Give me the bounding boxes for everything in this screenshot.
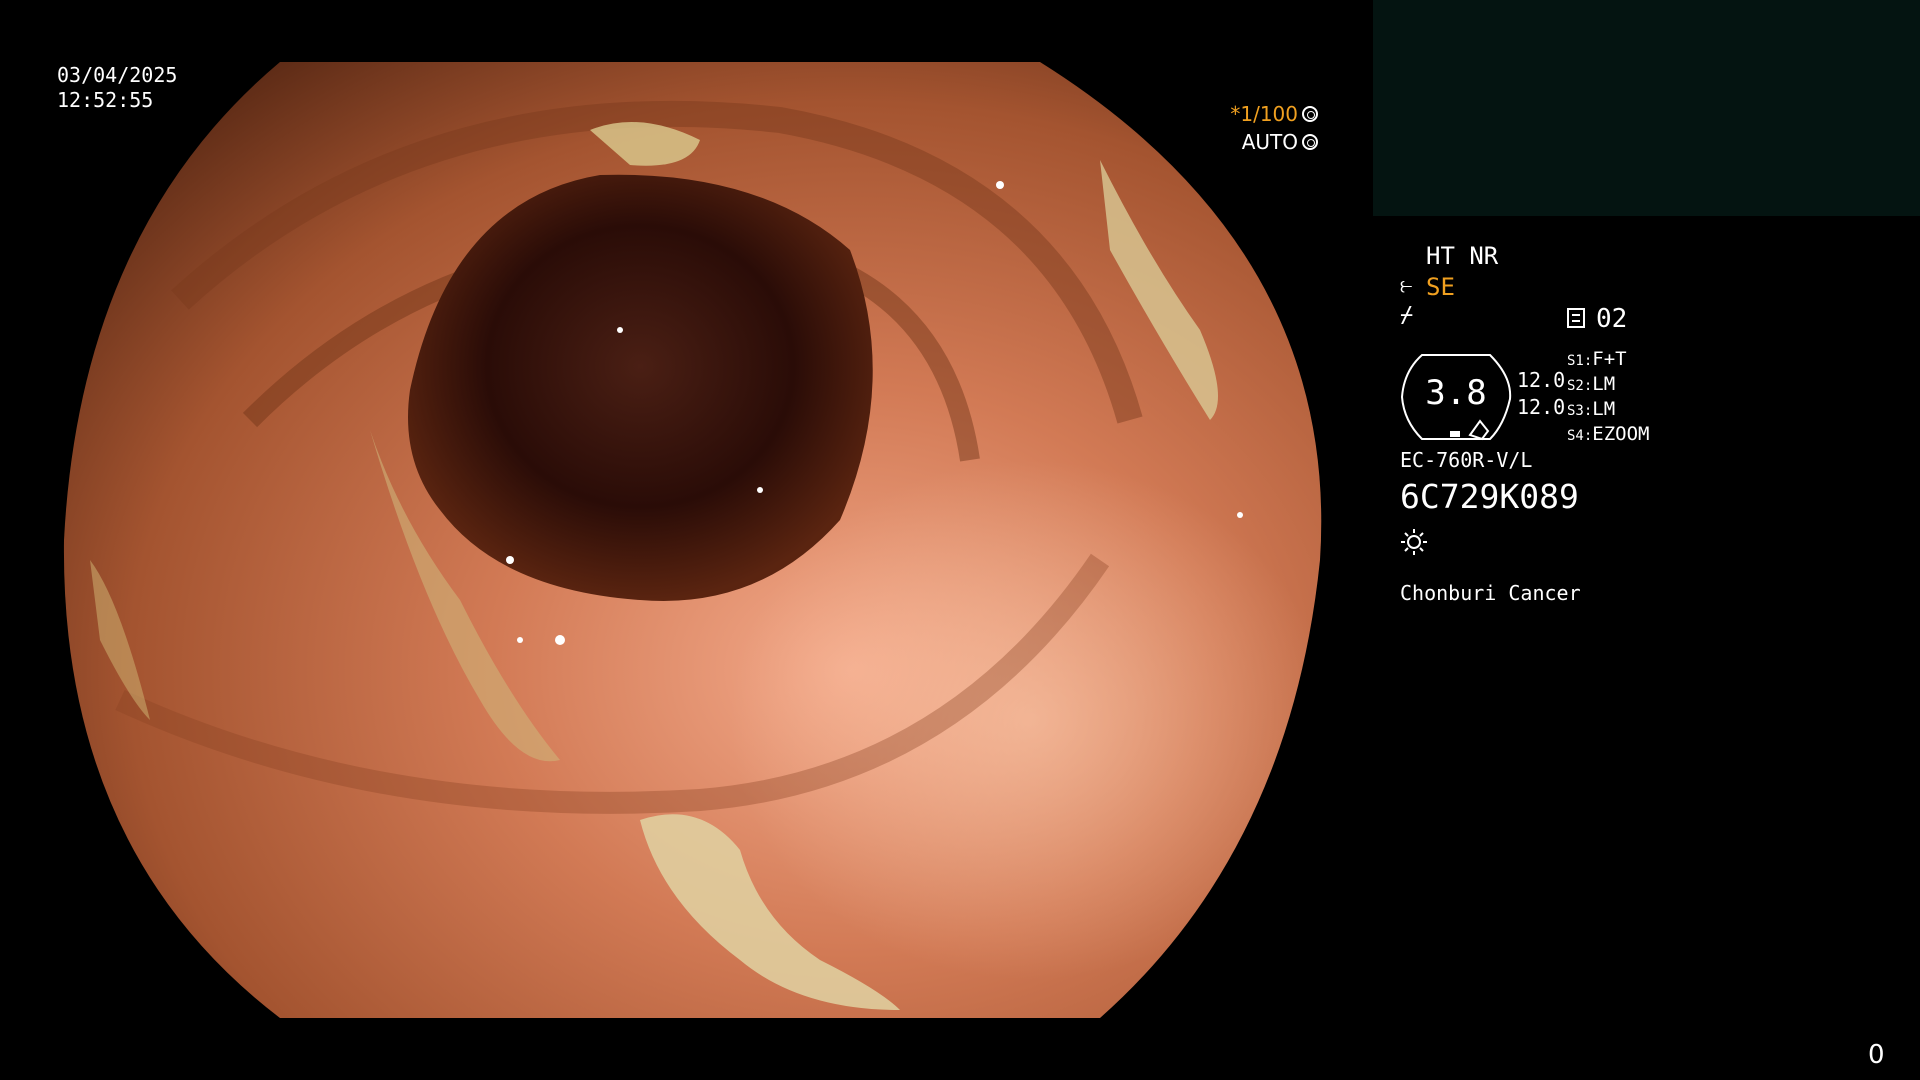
endoscopic-image: 03/04/2025 12:52:55 *1/100 AUTO	[0, 0, 1372, 1080]
shutter-info: *1/100 AUTO	[0, 100, 1318, 156]
rate-2-text: 12.0	[1517, 395, 1566, 419]
switch-s2-value: LM	[1592, 373, 1616, 395]
structure-enhancement-text: SE	[1426, 273, 1455, 301]
memory-slot-text: 02	[1596, 304, 1628, 334]
magnification-value: 3.8	[1425, 373, 1487, 413]
date-text: 03/04/2025	[57, 63, 178, 87]
iris-mode-row: AUTO	[0, 128, 1318, 156]
pip-window	[1373, 0, 1920, 216]
switch-s3-key: S3	[1567, 403, 1584, 419]
colon-lumen-view	[63, 62, 1322, 1018]
magnification-dial: 3.8	[1400, 351, 1512, 441]
iris-icon	[1302, 134, 1318, 150]
structure-enhancement-icon: ⥼	[1400, 273, 1413, 298]
rate-1-text: 12.0	[1517, 368, 1566, 392]
switch-s3: S3:LM	[1567, 398, 1616, 420]
switch-s2-key: S2	[1567, 378, 1584, 394]
switch-s3-value: LM	[1592, 398, 1616, 420]
switch-s1: S1:F+T	[1567, 348, 1627, 370]
switch-s4-key: S4	[1567, 428, 1584, 444]
switch-s1-key: S1	[1567, 353, 1584, 369]
switch-s4-value: EZOOM	[1592, 423, 1650, 445]
shutter-speed-row: *1/100	[0, 100, 1318, 128]
light-source-icon	[1400, 528, 1428, 556]
image-mode-text: HT NR	[1426, 242, 1499, 270]
color-enhancement-icon: ⌿	[1400, 303, 1414, 328]
shutter-speed-text: *1/100	[1230, 102, 1298, 126]
status-panel: HT NR ⥼ SE ⌿ 02 3.8 12.0 12.0 S1:F+T S2:…	[1400, 240, 1900, 640]
iris-mode-text: AUTO	[1241, 130, 1298, 154]
switch-s4: S4:EZOOM	[1567, 423, 1650, 445]
image-counter: 0	[1868, 1040, 1885, 1070]
switch-s1-value: F+T	[1592, 348, 1627, 370]
scope-model-text: EC-760R-V/L	[1400, 448, 1533, 472]
institution-text: Chonburi Cancer	[1400, 581, 1581, 605]
memory-icon	[1567, 308, 1585, 328]
scope-serial-text: 6C729K089	[1400, 477, 1579, 516]
switch-s2: S2:LM	[1567, 373, 1616, 395]
endoscopy-monitor: 03/04/2025 12:52:55 *1/100 AUTO HT NR ⥼ …	[0, 0, 1920, 1080]
aperture-icon	[1302, 106, 1318, 122]
